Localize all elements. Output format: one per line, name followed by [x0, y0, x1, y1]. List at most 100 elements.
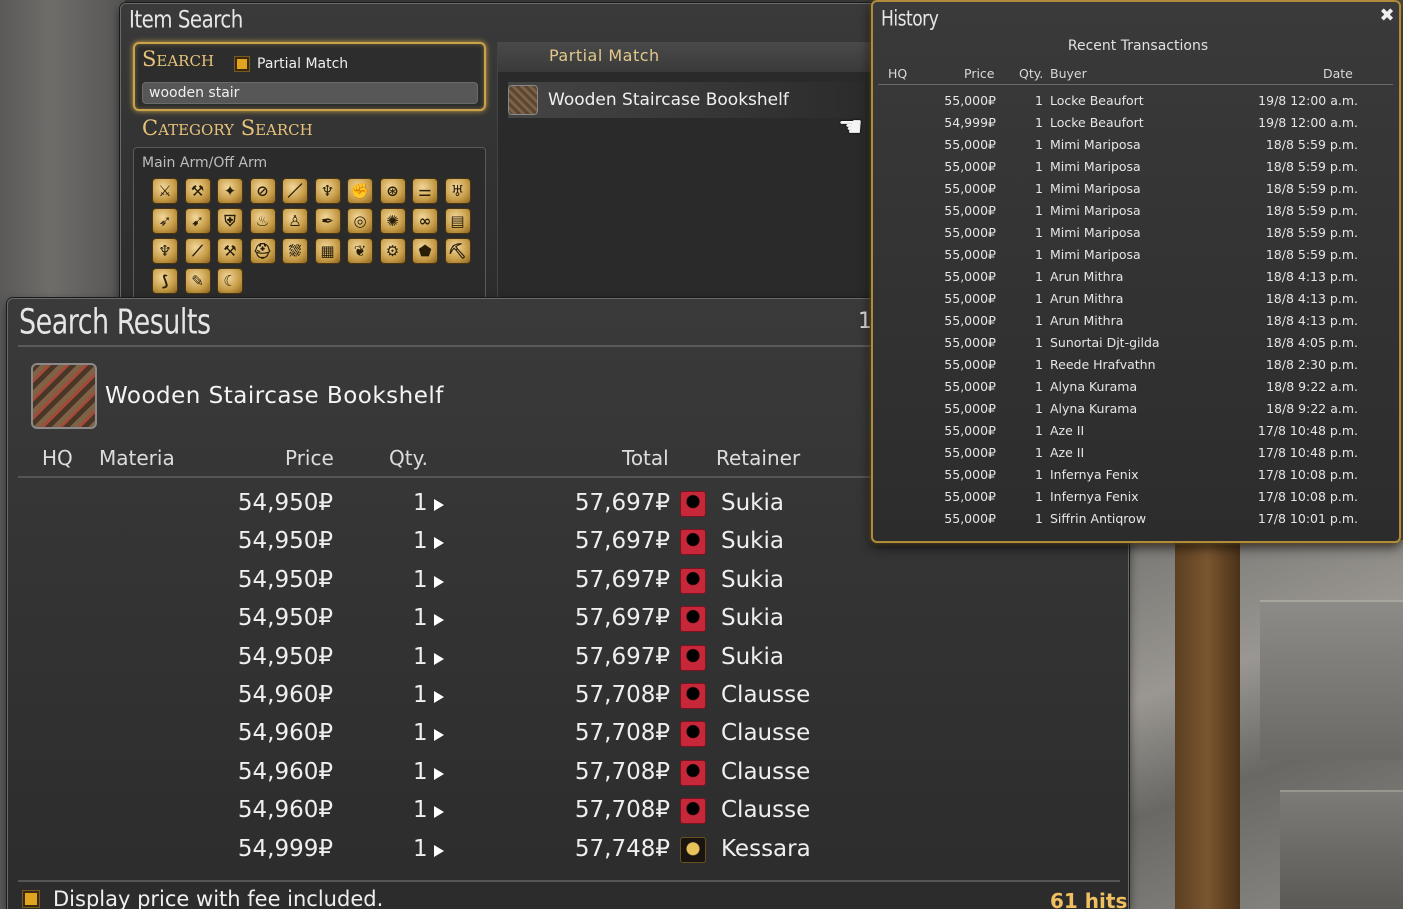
axe-icon[interactable]: ⚒ [184, 178, 211, 204]
col-hq[interactable]: HQ [42, 446, 73, 470]
item-search-window: Item Search Search Partial Match Categor… [120, 3, 882, 307]
history-price: 55,000₽ [944, 203, 996, 218]
history-price: 55,000₽ [944, 357, 996, 372]
col-total[interactable]: Total [622, 446, 669, 470]
sword-icon[interactable]: ／ [282, 178, 308, 204]
close-icon[interactable]: ✖ [1377, 6, 1397, 26]
star-icon[interactable]: ✺ [379, 208, 406, 234]
table-row[interactable]: 54,950₽ 1 57,697₽ Sukia [8, 601, 1130, 639]
orb-icon[interactable]: ◎ [347, 208, 373, 234]
sickle-icon[interactable]: ☾ [217, 268, 243, 294]
arrow-icon[interactable]: ➹ [184, 208, 211, 234]
fish-icon[interactable]: ⛆ [282, 238, 308, 264]
book-icon[interactable]: ▤ [444, 208, 471, 234]
history-qty: 1 [1035, 137, 1043, 152]
search-input[interactable] [142, 82, 478, 104]
feather-icon[interactable]: ⟆ [152, 268, 178, 294]
retainer-emblem-icon [680, 644, 706, 671]
table-row[interactable]: 54,960₽ 1 57,708₽ Clausse [8, 755, 1130, 793]
play-arrow-icon[interactable] [434, 575, 444, 588]
partial-match-checkbox[interactable] [235, 57, 249, 71]
retainer-emblem-icon [680, 759, 706, 786]
history-price: 55,000₽ [944, 159, 996, 174]
col-qty[interactable]: Qty. [389, 446, 428, 470]
table-row[interactable]: 54,960₽ 1 57,708₽ Clausse [8, 793, 1130, 831]
gear-icon[interactable]: ⚙ [379, 238, 406, 264]
sigil-icon[interactable]: ∞ [412, 208, 438, 234]
row-price: 54,950₽ [237, 566, 333, 593]
row-price: 54,950₽ [237, 605, 333, 632]
history-row: 54,999₽ 1 Locke Beaufort 19/8 12:00 a.m. [873, 111, 1403, 133]
table-row[interactable]: 54,960₽ 1 57,708₽ Clausse [8, 678, 1130, 716]
history-date: 18/8 5:59 p.m. [1265, 137, 1358, 152]
crossed-swords-icon[interactable]: ⚔ [152, 178, 178, 204]
play-arrow-icon[interactable] [434, 729, 444, 742]
category-label: Main Arm/Off Arm [142, 155, 268, 171]
bow2-icon[interactable]: ➶ [152, 208, 178, 234]
history-date: 18/8 4:13 p.m. [1265, 291, 1358, 306]
glove-icon[interactable]: ✊ [347, 178, 373, 204]
bow-icon[interactable]: ⊘ [249, 178, 276, 204]
play-arrow-icon[interactable] [434, 537, 444, 550]
h-col-date: Date [1323, 66, 1353, 81]
row-total: 57,708₽ [574, 682, 670, 708]
col-materia[interactable]: Materia [99, 446, 175, 470]
figure-icon[interactable]: ♙ [282, 208, 308, 234]
play-arrow-icon[interactable] [434, 614, 444, 627]
history-qty: 1 [1035, 379, 1043, 394]
history-qty: 1 [1035, 467, 1043, 482]
history-buyer: Aze II [1050, 445, 1085, 460]
play-arrow-icon[interactable] [434, 652, 444, 665]
history-buyer: Arun Mithra [1050, 291, 1124, 306]
retainer-emblem-icon [680, 491, 706, 517]
play-arrow-icon[interactable] [434, 844, 444, 857]
history-buyer: Infernya Fenix [1050, 467, 1139, 482]
rock-icon[interactable]: ⬟ [412, 238, 438, 264]
dagger-icon[interactable]: ⚌ [412, 178, 438, 204]
fork-icon[interactable]: ♅ [444, 178, 471, 204]
row-price: 54,950₽ [237, 643, 333, 670]
play-arrow-icon[interactable] [434, 806, 444, 819]
play-arrow-icon[interactable] [434, 499, 444, 511]
chakram-icon[interactable]: ⊛ [379, 178, 406, 204]
history-date: 18/8 9:22 a.m. [1266, 401, 1358, 416]
retainer-emblem-icon [680, 606, 706, 633]
history-date: 18/8 4:13 p.m. [1265, 269, 1358, 284]
result-item-name: Wooden Staircase Bookshelf [105, 383, 444, 409]
play-arrow-icon[interactable] [434, 691, 444, 703]
history-date: 18/8 5:59 p.m. [1265, 181, 1358, 196]
quill-icon[interactable]: ✒ [314, 208, 341, 234]
table-row[interactable]: 54,950₽ 1 57,697₽ Sukia [8, 640, 1130, 678]
match-item[interactable]: Wooden Staircase Bookshelf [508, 82, 882, 118]
flame-icon[interactable]: ♨ [249, 208, 276, 234]
staff-icon[interactable]: ♆ [314, 178, 341, 204]
anvil-icon[interactable]: ⚒ [217, 238, 243, 264]
table-row[interactable]: 54,999₽ 1 57,748₽ Kessara [8, 832, 1130, 870]
pickaxe-icon[interactable]: ⛏ [444, 238, 471, 264]
table-row[interactable]: 54,950₽ 1 57,697₽ Sukia [8, 563, 1130, 601]
lance-icon[interactable]: ✦ [217, 178, 243, 204]
search-box: Search Partial Match [133, 42, 486, 111]
shield-icon[interactable]: ⛨ [217, 208, 243, 234]
window-title: History [881, 6, 939, 32]
partial-match-toggle[interactable]: Partial Match [235, 56, 348, 72]
fee-checkbox[interactable] [23, 891, 39, 907]
trident-icon[interactable]: ♆ [152, 238, 178, 264]
pen-icon[interactable]: ✎ [184, 268, 211, 294]
row-price: 54,950₽ [237, 528, 333, 555]
cube-icon[interactable]: ▦ [314, 238, 341, 264]
rod-icon[interactable]: ⟋ [184, 238, 211, 264]
row-retainer: Sukia [721, 490, 784, 516]
col-price[interactable]: Price [285, 446, 334, 470]
play-arrow-icon[interactable] [434, 767, 444, 780]
helm-icon[interactable]: ⛑ [249, 238, 276, 264]
history-buyer: Mimi Mariposa [1050, 137, 1141, 152]
history-price: 55,000₽ [944, 379, 996, 394]
col-retainer[interactable]: Retainer [716, 446, 800, 470]
fee-toggle[interactable]: Display price with fee included. [23, 887, 383, 909]
table-row[interactable]: 54,960₽ 1 57,708₽ Clausse [8, 716, 1130, 754]
leaf-icon[interactable]: ❦ [347, 238, 373, 264]
row-total: 57,697₽ [574, 643, 670, 670]
match-header: Partial Match [498, 42, 881, 72]
divider [878, 84, 1393, 85]
